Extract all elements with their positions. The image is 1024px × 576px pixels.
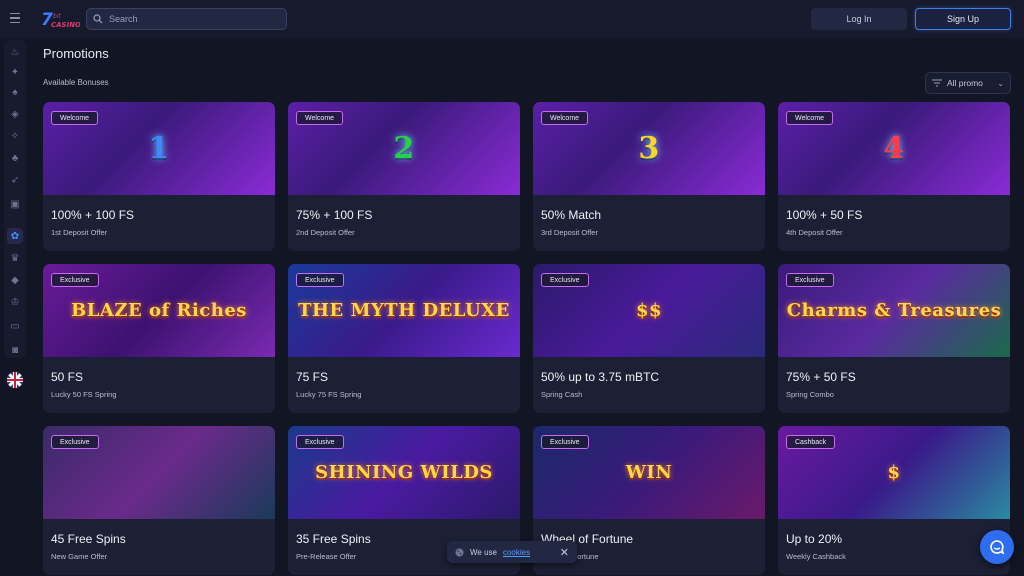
cookie-icon [455,548,464,556]
promo-card[interactable]: 3 Welcome 50% Match 3rd Deposit Offer [533,102,765,251]
chat-icon [990,540,1005,555]
promo-title: 75% + 50 FS [786,370,856,384]
promo-description: 1st Deposit Offer [51,228,108,237]
bonus-icon[interactable]: ✦ [7,64,23,80]
promo-card[interactable]: Charms & Treasures Exclusive 75% + 50 FS Sp… [778,264,1010,413]
top-header: 7 bit CASINO Log In Sign Up [0,0,1024,38]
promo-description: New Game Offer [51,552,108,561]
promo-title: 100% + 50 FS [786,208,863,222]
promo-banner-image: 4 Welcome [778,102,1010,195]
sidebar: ♨ ✦ ♠ ◈ ✧ ♣ ➶ ▣ ✿ ♛ ◆ ♔ ▭ ◙ [0,38,30,576]
promo-description: 2nd Deposit Offer [296,228,355,237]
section-subtitle: Available Bonuses [43,78,109,87]
promo-banner-image: THE MYTH DELUXE Exclusive [288,264,520,357]
promo-badge: Cashback [786,435,836,449]
promo-badge: Welcome [541,111,589,125]
cookie-text: We use [470,547,497,557]
search-icon [93,14,103,24]
promo-banner-image: 2 Welcome [288,102,520,195]
promo-card[interactable]: 1 Welcome 100% + 100 FS 1st Deposit Offer [43,102,275,251]
promo-card[interactable]: 4 Welcome 100% + 50 FS 4th Deposit Offer [778,102,1010,251]
promo-title: 35 Free Spins [296,532,371,546]
promo-card[interactable]: $$ Exclusive 50% up to 3.75 mBTC Spring Cas… [533,264,765,413]
search-box[interactable] [86,8,287,30]
promo-description: Spring Cash [541,390,583,399]
vip-icon[interactable]: ◆ [7,272,23,288]
fire-icon[interactable]: ♨ [7,44,23,60]
promo-title: 75 FS [296,370,329,384]
promo-banner-image: 1 Welcome [43,102,275,195]
promo-banner-image: BLAZE of Riches Exclusive [43,264,275,357]
promo-badge: Exclusive [296,273,344,287]
promo-description: Lucky 75 FS Spring [296,390,362,399]
cookie-link[interactable]: cookies [503,548,530,557]
cards-icon[interactable]: ▣ [7,196,23,212]
chevron-down-icon: ⌄ [997,78,1004,88]
promo-card[interactable]: $ Cashback Up to 20% Weekly Cashback [778,426,1010,575]
promo-title: 100% + 100 FS [51,208,135,222]
filter-icon [932,79,942,87]
login-button[interactable]: Log In [811,8,907,30]
promo-title: 50% up to 3.75 mBTC [541,370,660,384]
hot-icon[interactable]: ♠ [7,84,23,100]
menu-icon[interactable] [6,9,24,27]
promo-banner-image: SHINING WILDS Exclusive [288,426,520,519]
promo-description: Weekly Cashback [786,552,846,561]
promo-badge: Exclusive [541,435,589,449]
sidebar-group-promo [4,226,26,358]
promo-badge: Exclusive [51,273,99,287]
search-input[interactable] [109,14,279,24]
promo-banner-image: 3 Welcome [533,102,765,195]
promo-card[interactable]: Exclusive 45 Free Spins New Game Offer [43,426,275,575]
signup-button[interactable]: Sign Up [915,8,1011,30]
promo-banner-image: Charms & Treasures Exclusive [778,264,1010,357]
dice-icon[interactable]: ◈ [7,106,23,122]
promo-banner-image: $ Cashback [778,426,1010,519]
live-icon[interactable]: ✧ [7,128,23,144]
promo-description: Lucky 50 FS Spring [51,390,117,399]
crown-icon[interactable]: ♔ [7,294,23,310]
promo-badge: Exclusive [51,435,99,449]
svg-text:CASINO: CASINO [51,21,80,29]
uk-flag-icon[interactable] [7,372,23,388]
page-title: Promotions [43,46,109,61]
promo-description: 4th Deposit Offer [786,228,843,237]
promo-banner-image: Exclusive [43,426,275,519]
promo-badge: Welcome [296,111,344,125]
trophy-icon[interactable]: ♛ [7,250,23,266]
cookie-banner: We use cookies ✕ [447,541,577,563]
promo-badge: Exclusive [786,273,834,287]
promo-banner-image: $$ Exclusive [533,264,765,357]
promo-title: 50 FS [51,370,84,384]
promo-badge: Welcome [786,111,834,125]
svg-text:bit: bit [53,13,61,20]
clover-icon[interactable]: ♣ [7,150,23,166]
tournament-icon[interactable]: ◙ [7,342,23,358]
card-icon[interactable]: ▭ [7,318,23,334]
promo-title: 50% Match [541,208,602,222]
promo-description: 3rd Deposit Offer [541,228,598,237]
chat-support-button[interactable] [980,530,1014,564]
promo-banner-image: WIN Exclusive [533,426,765,519]
promo-badge: Exclusive [296,435,344,449]
casino-logo[interactable]: 7 bit CASINO [40,7,80,31]
promo-title: 45 Free Spins [51,532,126,546]
promo-card[interactable]: BLAZE of Riches Exclusive 50 FS Lucky 50 FS… [43,264,275,413]
promo-badge: Exclusive [541,273,589,287]
promo-card[interactable]: 2 Welcome 75% + 100 FS 2nd Deposit Offer [288,102,520,251]
rocket-icon[interactable]: ➶ [7,172,23,188]
promo-title: Up to 20% [786,532,843,546]
gift-icon[interactable]: ✿ [7,228,23,244]
close-icon[interactable]: ✕ [560,546,569,559]
promo-description: Pre-Release Offer [296,552,357,561]
promo-title: 75% + 100 FS [296,208,373,222]
promo-filter-dropdown[interactable]: All promo ⌄ [925,72,1011,94]
filter-label: All promo [947,78,983,88]
promo-description: Spring Combo [786,390,834,399]
promo-card[interactable]: THE MYTH DELUXE Exclusive 75 FS Lucky 75 FS… [288,264,520,413]
promo-badge: Welcome [51,111,99,125]
